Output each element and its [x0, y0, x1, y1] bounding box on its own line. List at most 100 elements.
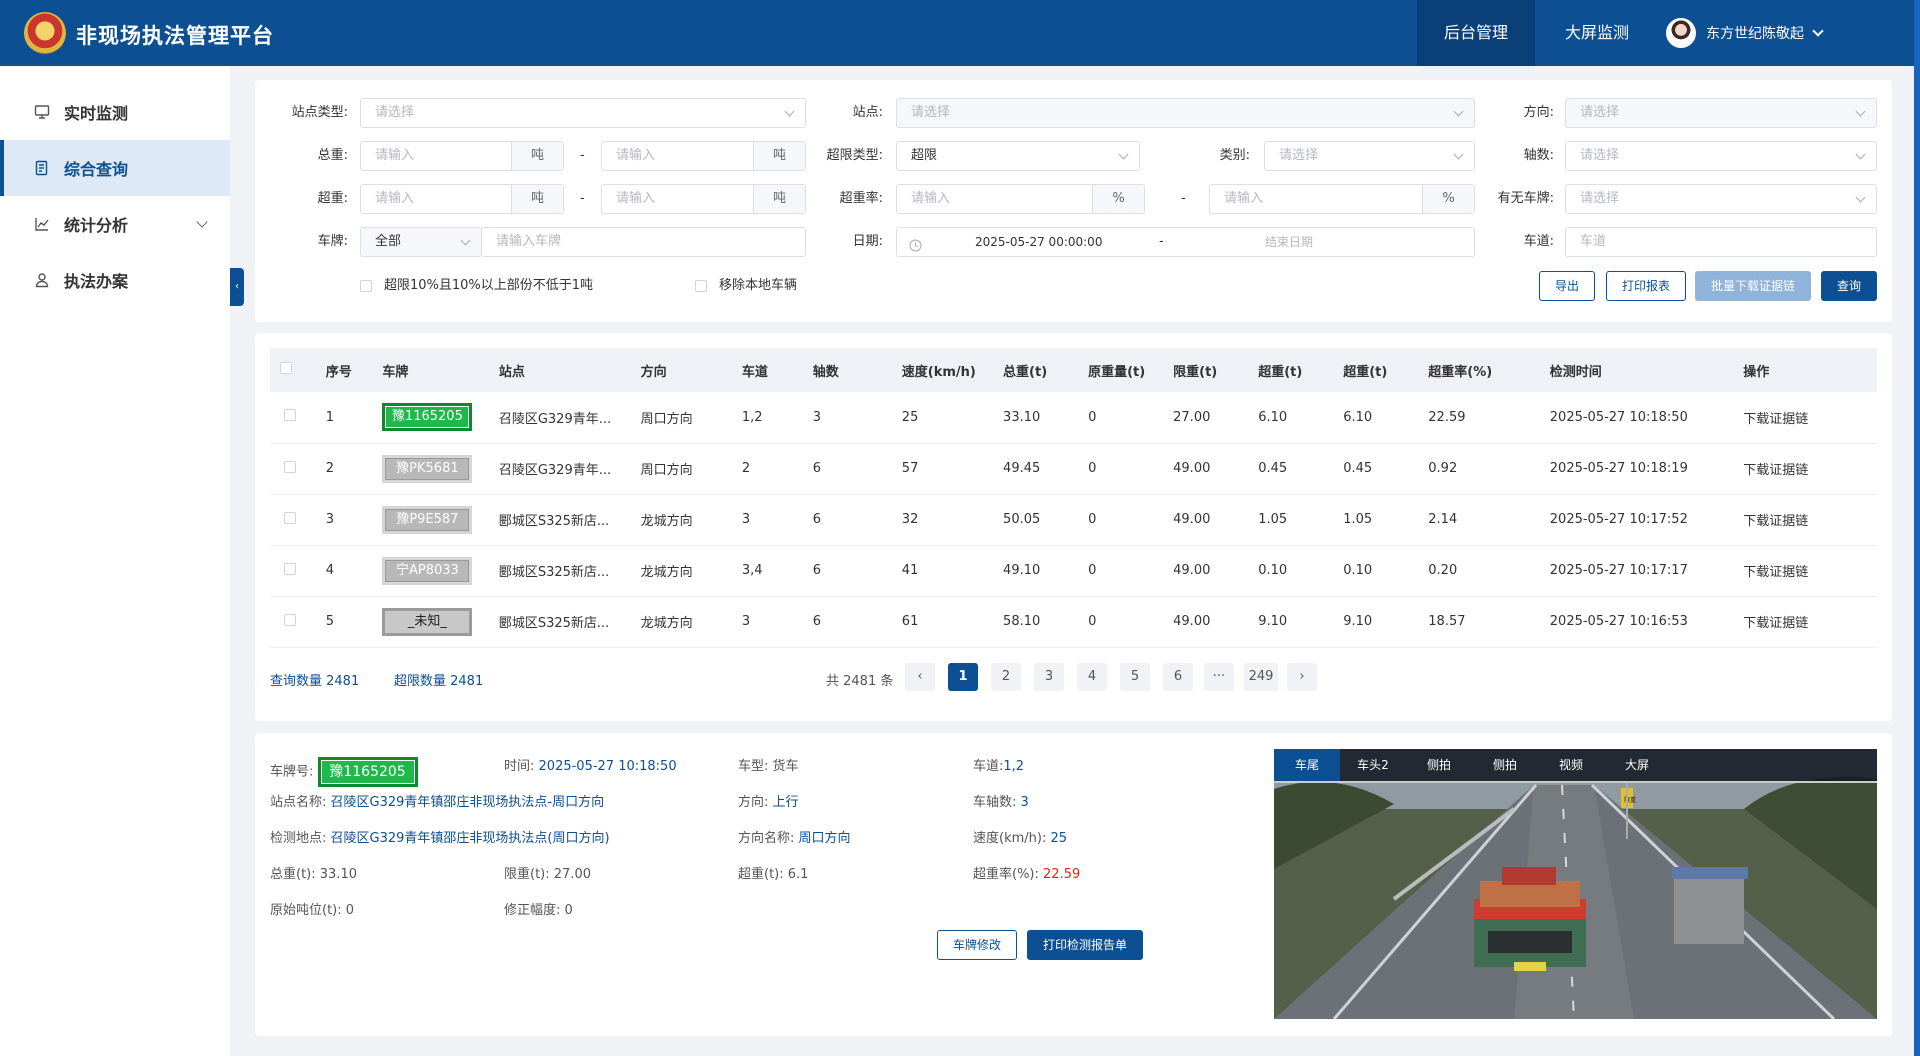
cell-limit: 49.00 — [1173, 443, 1259, 495]
cell-overweight: 0.45 — [1258, 443, 1344, 495]
sidebar-item-law-enforcement[interactable]: 执法办案 — [0, 252, 230, 308]
col-header: 轴数 — [812, 348, 902, 392]
table-row[interactable]: 3 豫P9E587 郾城区S325新店... 龙城方向 3 6 32 50.05… — [270, 494, 1877, 546]
download-evidence-link[interactable]: 下载证据链 — [1743, 494, 1877, 546]
page-button[interactable]: 249 — [1244, 663, 1278, 691]
cell-axles: 3 — [812, 392, 902, 444]
page-button[interactable]: 4 — [1077, 663, 1107, 691]
evidence-photo-viewer[interactable]: 车尾 车头2 侧拍 侧拍 视频 大屏 限重 — [1274, 749, 1877, 1019]
cell-lane: 3 — [741, 494, 813, 546]
edit-plate-button[interactable]: 车牌修改 — [937, 930, 1017, 960]
photo-tab-side2[interactable]: 侧拍 — [1472, 749, 1538, 781]
site-type-select[interactable]: 请选择 — [360, 98, 806, 128]
overweight-label: 超重: — [317, 191, 348, 206]
site-select[interactable]: 请选择 — [896, 98, 1475, 128]
row-checkbox[interactable] — [284, 511, 296, 524]
cell-direction: 周口方向 — [640, 443, 742, 495]
overweight-rate-from-input[interactable]: 请输入% — [896, 184, 1145, 214]
sidebar-item-realtime-monitor[interactable]: 实时监测 — [0, 84, 230, 140]
category-label: 类别: — [1219, 148, 1250, 163]
table-row[interactable]: 5 _未知_ 郾城区S325新店... 龙城方向 3 6 61 58.10 0 … — [270, 596, 1877, 648]
overweight-rate-to-input[interactable]: 请输入% — [1209, 184, 1475, 214]
page-button[interactable]: 6 — [1163, 663, 1193, 691]
nav-bigscreen-monitor[interactable]: 大屏监测 — [1545, 0, 1649, 66]
col-header: 车道 — [741, 348, 813, 392]
total-weight-to-input[interactable]: 请输入吨 — [601, 141, 806, 171]
total-weight-from-input[interactable]: 请输入 吨 — [360, 141, 564, 171]
photo-tab-side1[interactable]: 侧拍 — [1406, 749, 1472, 781]
sidebar-collapse-toggle[interactable]: ‹ — [230, 268, 244, 306]
cell-lane: 3,4 — [741, 545, 813, 597]
page-button[interactable]: 2 — [991, 663, 1021, 691]
download-evidence-link[interactable]: 下载证据链 — [1743, 443, 1877, 495]
print-report-button[interactable]: 打印报表 — [1606, 271, 1686, 301]
sidebar-item-statistics[interactable]: 统计分析 — [0, 196, 230, 252]
download-evidence-link[interactable]: 下载证据链 — [1743, 596, 1877, 648]
table-row[interactable]: 4 宁AP8033 郾城区S325新店... 龙城方向 3,4 6 41 49.… — [270, 545, 1877, 597]
has-plate-select[interactable]: 请选择 — [1565, 184, 1877, 214]
sidebar-item-comprehensive-query[interactable]: 综合查询 — [0, 140, 230, 196]
prev-page-button[interactable]: ‹ — [905, 663, 935, 691]
download-evidence-link[interactable]: 下载证据链 — [1743, 392, 1877, 444]
selected-value: 全部 — [375, 234, 402, 249]
cell-lane: 2 — [741, 443, 813, 495]
table-row[interactable]: 1 豫1165205 召陵区G329青年... 周口方向 1,2 3 25 33… — [270, 392, 1877, 444]
overweight-from-input[interactable]: 请输入 吨 — [360, 184, 564, 214]
page-button[interactable]: 1 — [948, 663, 978, 691]
table-row[interactable]: 2 豫PK5681 召陵区G329青年... 周口方向 2 6 57 49.45… — [270, 443, 1877, 495]
axle-count-select[interactable]: 请选择 — [1565, 141, 1877, 171]
detail-location: 检测地点: 召陵区G329青年镇邵庄非现场执法点(周口方向) — [270, 831, 610, 846]
sidebar-item-label: 综合查询 — [64, 160, 129, 179]
sidebar-item-label: 统计分析 — [64, 216, 129, 235]
export-button[interactable]: 导出 — [1539, 271, 1595, 301]
row-checkbox[interactable] — [284, 409, 296, 422]
results-table: 序号 车牌 站点 方向 车道 轴数 速度(km/h) 总重(t) 原重量(t) … — [270, 348, 1877, 648]
overlimit-type-select[interactable]: 超限 — [896, 141, 1140, 171]
date-range-picker[interactable]: 2025-05-27 00:00:00 - 结束日期 — [896, 227, 1475, 257]
print-inspection-report-button[interactable]: 打印检测报告单 — [1027, 930, 1143, 960]
cell-overweight-rate: 22.59 — [1428, 392, 1550, 444]
cell-total-weight: 58.10 — [1003, 596, 1089, 648]
lane-input[interactable]: 车道 — [1565, 227, 1877, 257]
photo-tab-bigscreen[interactable]: 大屏 — [1604, 749, 1670, 781]
download-evidence-link[interactable]: 下载证据链 — [1743, 545, 1877, 597]
checkbox-remove-local[interactable] — [695, 280, 707, 292]
select-all-checkbox[interactable] — [280, 362, 292, 374]
cell-detect-time: 2025-05-27 10:16:53 — [1549, 596, 1744, 648]
checkbox-overlimit-10pct[interactable] — [360, 280, 372, 292]
placeholder: 请输入车牌 — [496, 234, 562, 249]
batch-download-evidence-button[interactable]: 批量下载证据链 — [1695, 271, 1811, 301]
unit-ton: 吨 — [511, 185, 563, 213]
query-button[interactable]: 查询 — [1821, 271, 1877, 301]
user-menu[interactable]: 东方世纪陈敬起 — [1666, 0, 1824, 66]
row-checkbox[interactable] — [284, 460, 296, 473]
next-page-button[interactable]: › — [1287, 663, 1317, 691]
row-checkbox[interactable] — [284, 613, 296, 626]
nav-backend-management[interactable]: 后台管理 — [1417, 0, 1535, 66]
chevron-down-icon — [1453, 106, 1464, 117]
cell-lane: 3 — [741, 596, 813, 648]
cell-overweight-red: 0.10 — [1343, 545, 1429, 597]
cell-no: 1 — [325, 392, 383, 444]
cell-detect-time: 2025-05-27 10:18:19 — [1549, 443, 1744, 495]
cell-overweight-rate: 0.92 — [1428, 443, 1550, 495]
photo-tab-rear[interactable]: 车尾 — [1274, 749, 1340, 781]
direction-select[interactable]: 请选择 — [1565, 98, 1877, 128]
category-select[interactable]: 请选择 — [1264, 141, 1475, 171]
more-pages-button[interactable]: ··· — [1204, 663, 1234, 691]
page-button[interactable]: 5 — [1120, 663, 1150, 691]
plate-prefix-select[interactable]: 全部 — [360, 227, 482, 257]
placeholder: 请输入 — [375, 148, 415, 163]
cell-original-weight: 0 — [1088, 443, 1174, 495]
page-button[interactable]: 3 — [1034, 663, 1064, 691]
police-emblem-logo — [24, 12, 66, 54]
photo-tab-video[interactable]: 视频 — [1538, 749, 1604, 781]
detail-axle-count: 车轴数: 3 — [973, 795, 1029, 810]
plate-input[interactable]: 请输入车牌 — [481, 227, 806, 257]
cell-site: 召陵区G329青年... — [498, 392, 641, 444]
row-checkbox[interactable] — [284, 562, 296, 575]
detail-direction-name: 方向名称: 周口方向 — [738, 831, 851, 846]
overweight-to-input[interactable]: 请输入吨 — [601, 184, 806, 214]
photo-tab-front2[interactable]: 车头2 — [1340, 749, 1406, 781]
cell-direction: 龙城方向 — [640, 596, 742, 648]
